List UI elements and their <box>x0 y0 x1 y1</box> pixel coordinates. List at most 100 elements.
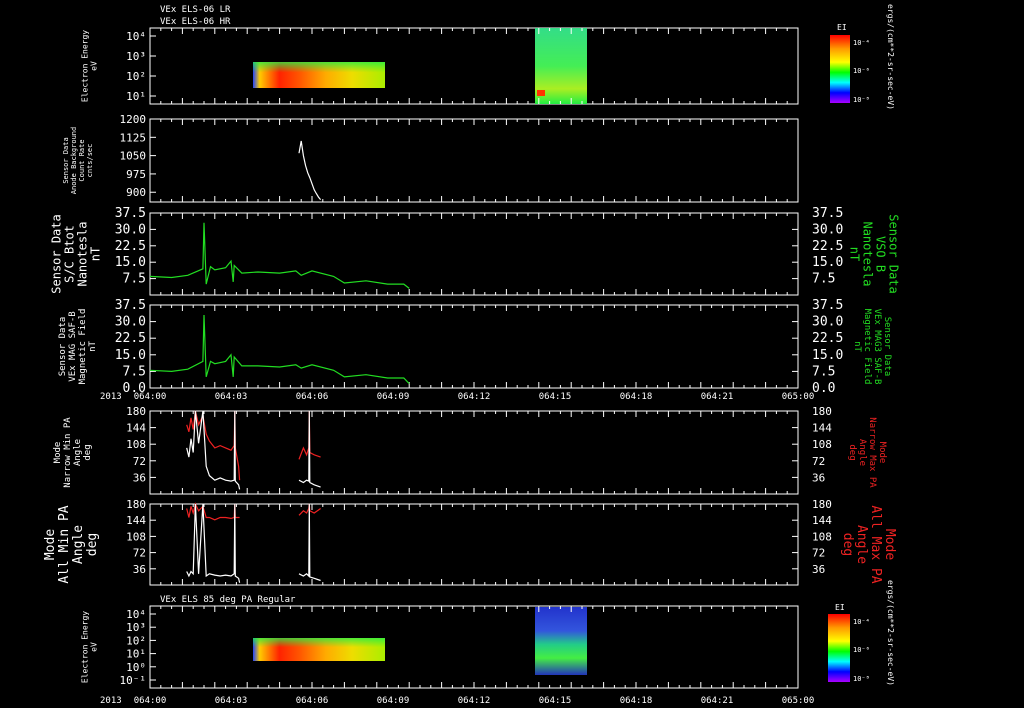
narrow-pa-ylabel-line-0: Mode <box>53 442 63 464</box>
narrow-pa-ytick-label-2: 108 <box>126 438 146 451</box>
colorbar-bottom-tick-3: 10⁻⁸ <box>853 675 870 683</box>
time-axis-bottom-label-4: 064:12 <box>458 696 491 706</box>
colorbar-top-tick-2: 10⁻⁶ <box>853 67 870 75</box>
colorbar-top-scale <box>830 35 850 103</box>
sc-btot-ylabel-right-line-1: VSO B <box>874 236 888 272</box>
all-pa-ytick-right-label-3: 72 <box>812 547 825 560</box>
narrow-pa-ytick-label-4: 36 <box>133 471 146 484</box>
sc-btot-ytick-right-label-0: 37.5 <box>812 206 843 221</box>
narrow-pa-ytick-right-label-2: 108 <box>812 438 832 451</box>
time-axis-mid-label-3: 064:09 <box>377 392 410 402</box>
mag-saf-b-ytick-right-label-3: 15.0 <box>812 348 843 363</box>
electron-energy-bottom-ylabel-line-1: eV <box>90 642 99 652</box>
narrow-pa-ylabel-right-line-0: Mode <box>877 442 887 464</box>
all-pa-ylabel-right-line-1: All Max PA <box>868 505 883 583</box>
bottom-title: VEx ELS 85 deg PA Regular <box>160 595 296 605</box>
sc-btot-ylabel-line-1: S/C Btot <box>63 225 77 283</box>
time-axis-mid-label-8: 065:00 <box>782 392 815 402</box>
time-axis-mid-label-4: 064:12 <box>458 392 491 402</box>
electron-energy-top-ylabel-line-1: eV <box>90 61 99 71</box>
sc-btot-ylabel-line-0: Sensor Data <box>50 214 64 293</box>
time-axis-bottom-label-8: 065:00 <box>782 696 815 706</box>
sc-btot-series-0 <box>149 222 410 289</box>
mag-saf-b-ylabel-line-2: Magnetic Field <box>78 309 88 385</box>
lr-block-bottom-overlay <box>253 638 385 661</box>
narrow-pa-ylabel-right-line-2: Angle <box>857 439 867 466</box>
sc-btot-ytick-label-2: 22.5 <box>115 239 146 254</box>
mag-saf-b-ytick-right-label-4: 7.5 <box>812 364 835 379</box>
narrow-pa-ytick-label-1: 144 <box>126 422 146 435</box>
sc-btot-ytick-right-label-3: 15.0 <box>812 255 843 270</box>
colorbar-bottom-label: EI <box>835 603 845 612</box>
hr-block-top-spot <box>537 90 545 96</box>
electron-energy-bottom-ytick-label-2: 10² <box>126 634 146 647</box>
time-axis-mid-label-1: 064:03 <box>215 392 248 402</box>
electron-energy-bottom-ytick-label-5: 10⁻¹ <box>120 674 147 687</box>
all-pa-ylabel-right-line-3: deg <box>840 533 855 556</box>
colorbar-top-tick-3: 10⁻⁸ <box>853 96 870 104</box>
sc-btot-ytick-right-label-2: 22.5 <box>812 239 843 254</box>
mag-saf-b-ytick-label-4: 7.5 <box>123 364 146 379</box>
time-axis-bottom-label-6: 064:18 <box>620 696 653 706</box>
mag-saf-b-ylabel-right-line-1: VEx MAG3 SAF-B <box>872 309 882 385</box>
narrow-pa-ylabel-line-3: deg <box>83 444 93 460</box>
mag-saf-b-ytick-label-2: 22.5 <box>115 331 146 346</box>
all-pa-series-3 <box>298 503 321 582</box>
narrow-pa-ytick-label-0: 180 <box>126 405 146 418</box>
all-pa-ytick-right-label-2: 108 <box>812 530 832 543</box>
all-pa-series-1 <box>186 503 241 583</box>
time-axis-mid-label-7: 064:21 <box>701 392 734 402</box>
all-pa-ytick-label-0: 180 <box>126 498 146 511</box>
sensor-background-ylabel-line-2: Count Rate <box>78 139 86 181</box>
sensor-background-ytick-label-1: 1125 <box>120 131 147 144</box>
sensor-background-ytick-label-0: 1200 <box>120 113 147 126</box>
time-axis-mid-label-5: 064:15 <box>539 392 572 402</box>
all-pa-ytick-right-label-1: 144 <box>812 514 832 527</box>
colorbar-bottom-scale <box>828 614 850 682</box>
all-pa-ytick-label-2: 108 <box>126 530 146 543</box>
narrow-pa-ytick-label-3: 72 <box>133 455 146 468</box>
narrow-pa-series-3 <box>298 410 321 488</box>
time-axis-bottom-label-5: 064:15 <box>539 696 572 706</box>
colorbar-top-units: ergs/(cm**2-sr-sec-eV) <box>886 4 895 110</box>
sc-btot-ytick-right-label-4: 7.5 <box>812 272 835 287</box>
electron-energy-bottom-ytick-label-3: 10¹ <box>126 648 146 661</box>
colorbar-bottom-tick-2: 10⁻⁶ <box>853 646 870 654</box>
mag-saf-b-series-0 <box>149 314 410 385</box>
time-axis-bottom-label-7: 064:21 <box>701 696 734 706</box>
panel-frame-mag-saf <box>149 304 799 389</box>
all-pa-ytick-label-3: 72 <box>133 547 146 560</box>
panel-frame-all-pa <box>149 503 799 586</box>
electron-energy-top-ytick-label-2: 10² <box>126 70 146 83</box>
narrow-pa-ylabel-right-line-1: Narrow Max PA <box>867 417 877 488</box>
electron-energy-bottom-ytick-label-1: 10³ <box>126 621 146 634</box>
sc-btot-ytick-label-4: 7.5 <box>123 272 146 287</box>
colorbar-bottom-tick-1: 10⁻⁴ <box>853 618 870 626</box>
mag-saf-b-ylabel-right-line-3: nT <box>852 341 862 352</box>
top-title-line2: VEx ELS-06 HR <box>160 17 231 27</box>
all-pa-ylabel-line-1: All Min PA <box>57 505 72 583</box>
all-pa-ylabel-line-3: deg <box>85 533 100 556</box>
mag-saf-b-ylabel-right-line-0: Sensor Data <box>882 317 892 377</box>
sc-btot-ytick-label-0: 37.5 <box>115 206 146 221</box>
sc-btot-ylabel-line-2: Nanotesla <box>76 221 90 286</box>
time-axis-mid-label-2: 064:06 <box>296 392 329 402</box>
electron-energy-top-ylabel-line-0: Electron Energy <box>81 30 90 102</box>
all-pa-ytick-right-label-0: 180 <box>812 498 832 511</box>
all-pa-ylabel-line-2: Angle <box>71 525 86 564</box>
time-axis-bottom-label-3: 064:09 <box>377 696 410 706</box>
time-axis-mid-label-0: 064:00 <box>134 392 167 402</box>
colorbar-top-tick-1: 10⁻⁴ <box>853 39 870 47</box>
mag-saf-b-ytick-label-3: 15.0 <box>115 348 146 363</box>
year-label-mid: 2013 <box>100 392 122 402</box>
sc-btot-ytick-label-3: 15.0 <box>115 255 146 270</box>
all-pa-ylabel-right-line-2: Angle <box>854 525 869 564</box>
sc-btot-ytick-right-label-1: 30.0 <box>812 222 843 237</box>
all-pa-ytick-right-label-4: 36 <box>812 563 825 576</box>
top-title-line1: VEx ELS-06 LR <box>160 5 231 15</box>
mag-saf-b-ytick-label-1: 30.0 <box>115 315 146 330</box>
sc-btot-ylabel-line-3: nT <box>89 247 103 261</box>
mag-saf-b-ytick-right-label-2: 22.5 <box>812 331 843 346</box>
energy-bottom-heatmap <box>253 607 587 675</box>
sc-btot-ylabel-right-line-2: Nanotesla <box>861 221 875 286</box>
